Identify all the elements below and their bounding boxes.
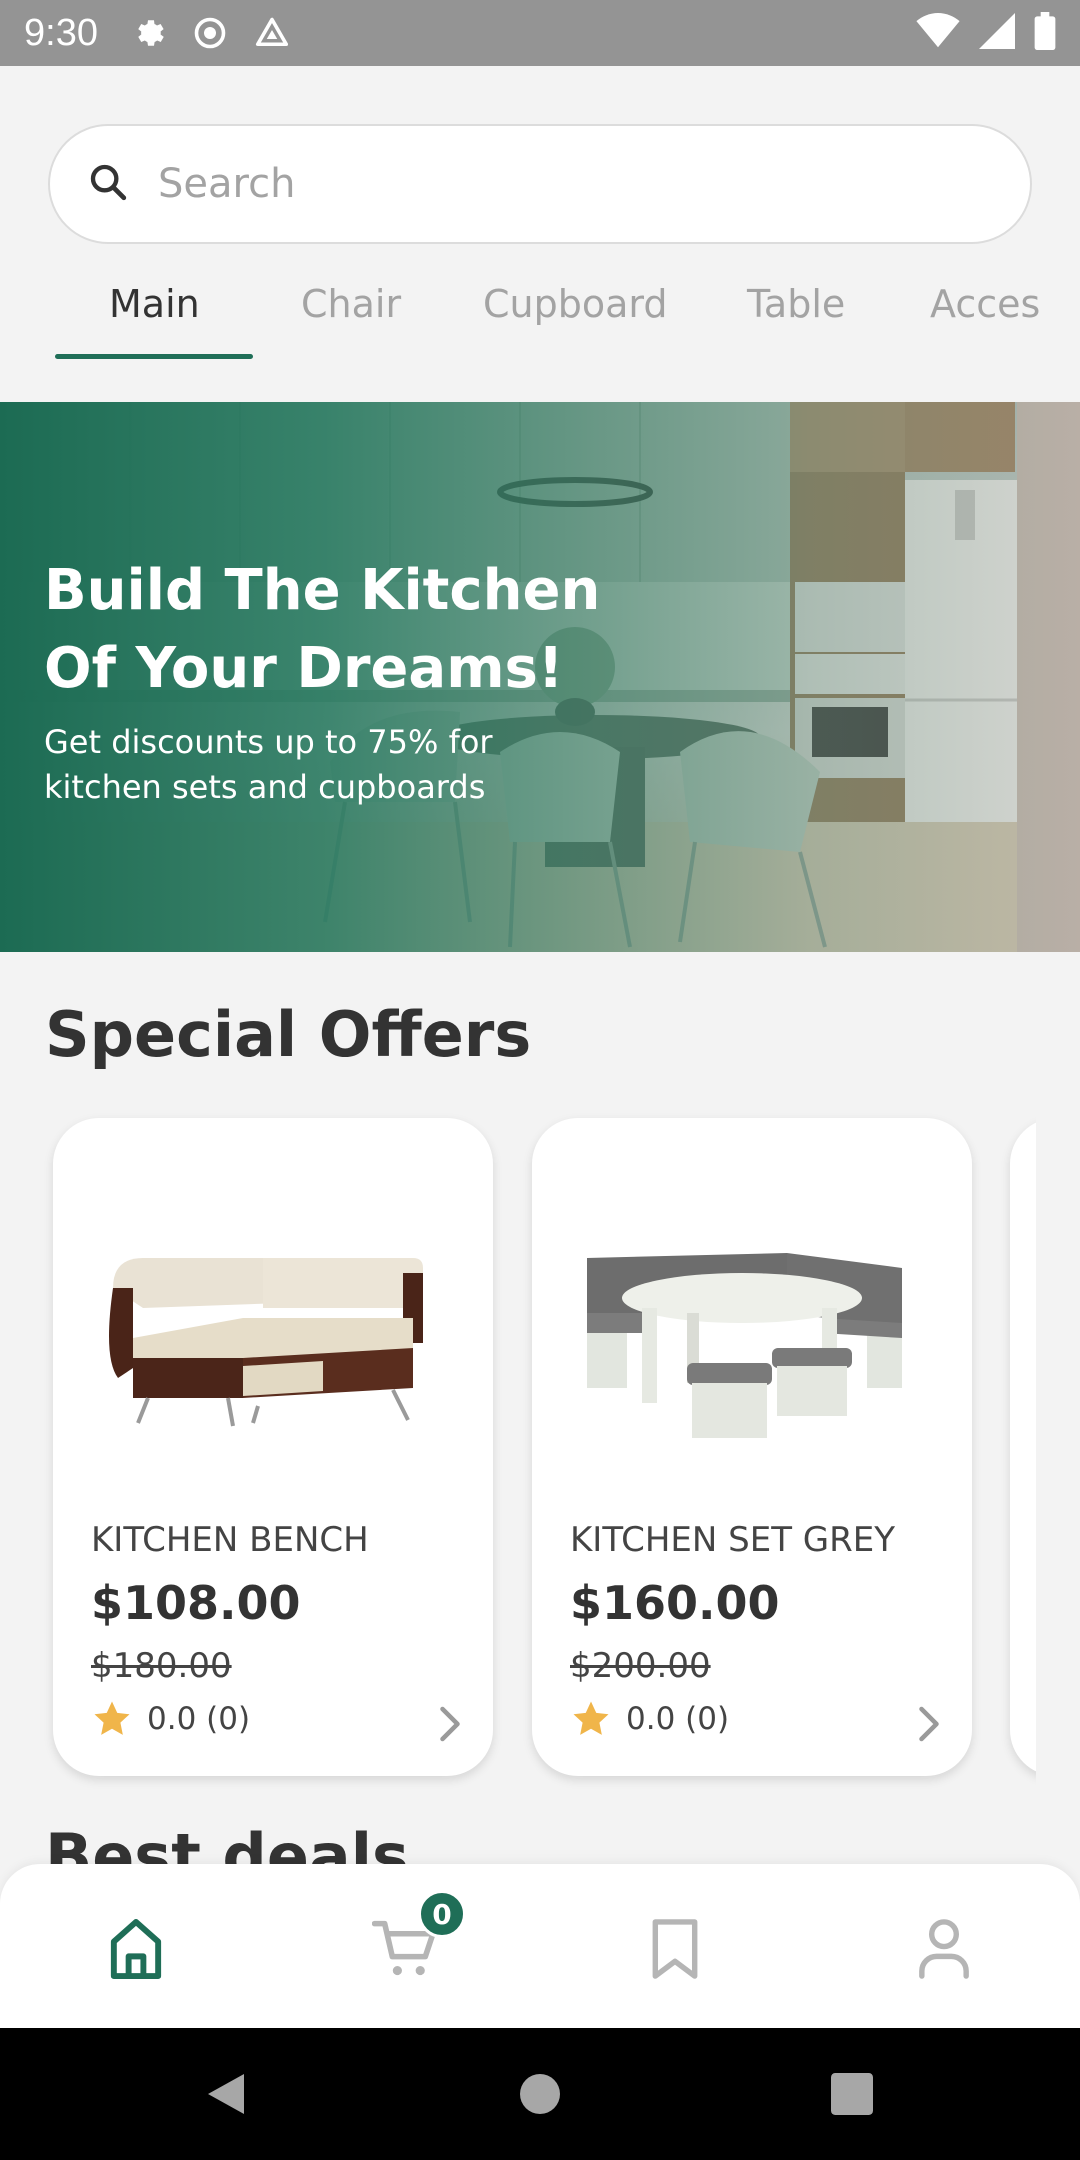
bottom-navigation: 0 (0, 1864, 1080, 2028)
special-offers-title: Special Offers (45, 998, 532, 1071)
product-name: KITCHEN SET GREY (570, 1520, 895, 1560)
product-old-price: $180.00 (91, 1646, 232, 1686)
drive-icon (252, 13, 292, 53)
product-old-price: $200.00 (570, 1646, 711, 1686)
product-price: $160.00 (570, 1576, 780, 1630)
product-name: KITCHEN BENCH (91, 1520, 369, 1560)
home-button[interactable] (510, 2064, 570, 2124)
status-bar: 9:30 (0, 0, 1080, 66)
back-button[interactable] (196, 2064, 256, 2124)
product-card[interactable]: KITCHEN SET GREY $160.00 $200.00 0.0 (0) (532, 1118, 972, 1776)
search-icon (88, 162, 128, 206)
kitchen-set-grey-image (587, 1253, 902, 1438)
bookmark-icon (652, 1919, 698, 1979)
tab-accessories[interactable]: Acces (930, 282, 1040, 326)
record-icon (190, 13, 230, 53)
nav-profile[interactable] (909, 1914, 979, 1984)
active-tab-indicator (55, 354, 253, 359)
star-icon (573, 1701, 609, 1735)
recents-button[interactable] (822, 2064, 882, 2124)
search-bar[interactable] (48, 124, 1032, 244)
banner-title: Build The Kitchen Of Your Dreams! (44, 558, 601, 701)
tab-main[interactable]: Main (109, 282, 200, 326)
category-tabs: Main Chair Cupboard Table Acces (0, 268, 1080, 364)
cart-count-badge: 0 (418, 1890, 466, 1938)
banner-subtitle: Get discounts up to 75% for kitchen sets… (44, 723, 493, 806)
gear-icon (128, 13, 168, 53)
nav-bookmarks[interactable] (640, 1914, 710, 1984)
search-input[interactable] (158, 161, 958, 207)
kitchen-bench-image (109, 1258, 423, 1427)
chevron-right-icon[interactable] (437, 1706, 463, 1746)
status-time: 9:30 (24, 11, 98, 54)
tab-table[interactable]: Table (747, 282, 845, 326)
profile-icon (919, 1919, 969, 1979)
star-icon (94, 1701, 130, 1735)
system-navigation-bar (0, 2028, 1080, 2160)
chevron-right-icon[interactable] (916, 1706, 942, 1746)
home-circle-icon (520, 2074, 560, 2114)
product-rating: 0.0 (0) (91, 1698, 250, 1740)
signal-icon (978, 13, 1016, 53)
carousel-edge (1036, 1100, 1080, 1800)
product-card[interactable]: KITCHEN BENCH $108.00 $180.00 0.0 (0) (53, 1118, 493, 1776)
nav-home[interactable] (101, 1914, 171, 1984)
promo-banner[interactable]: Build The Kitchen Of Your Dreams! Get di… (0, 402, 1080, 952)
home-icon (110, 1918, 162, 1980)
wifi-icon (916, 13, 960, 53)
rating-text: 0.0 (0) (147, 1701, 251, 1737)
recents-square-icon (831, 2073, 873, 2115)
product-rating: 0.0 (0) (570, 1698, 729, 1740)
tab-cupboard[interactable]: Cupboard (483, 282, 667, 326)
battery-icon (1034, 12, 1056, 54)
product-price: $108.00 (91, 1576, 301, 1630)
tab-chair[interactable]: Chair (301, 282, 401, 326)
back-triangle-icon (208, 2074, 244, 2114)
rating-text: 0.0 (0) (626, 1701, 730, 1737)
